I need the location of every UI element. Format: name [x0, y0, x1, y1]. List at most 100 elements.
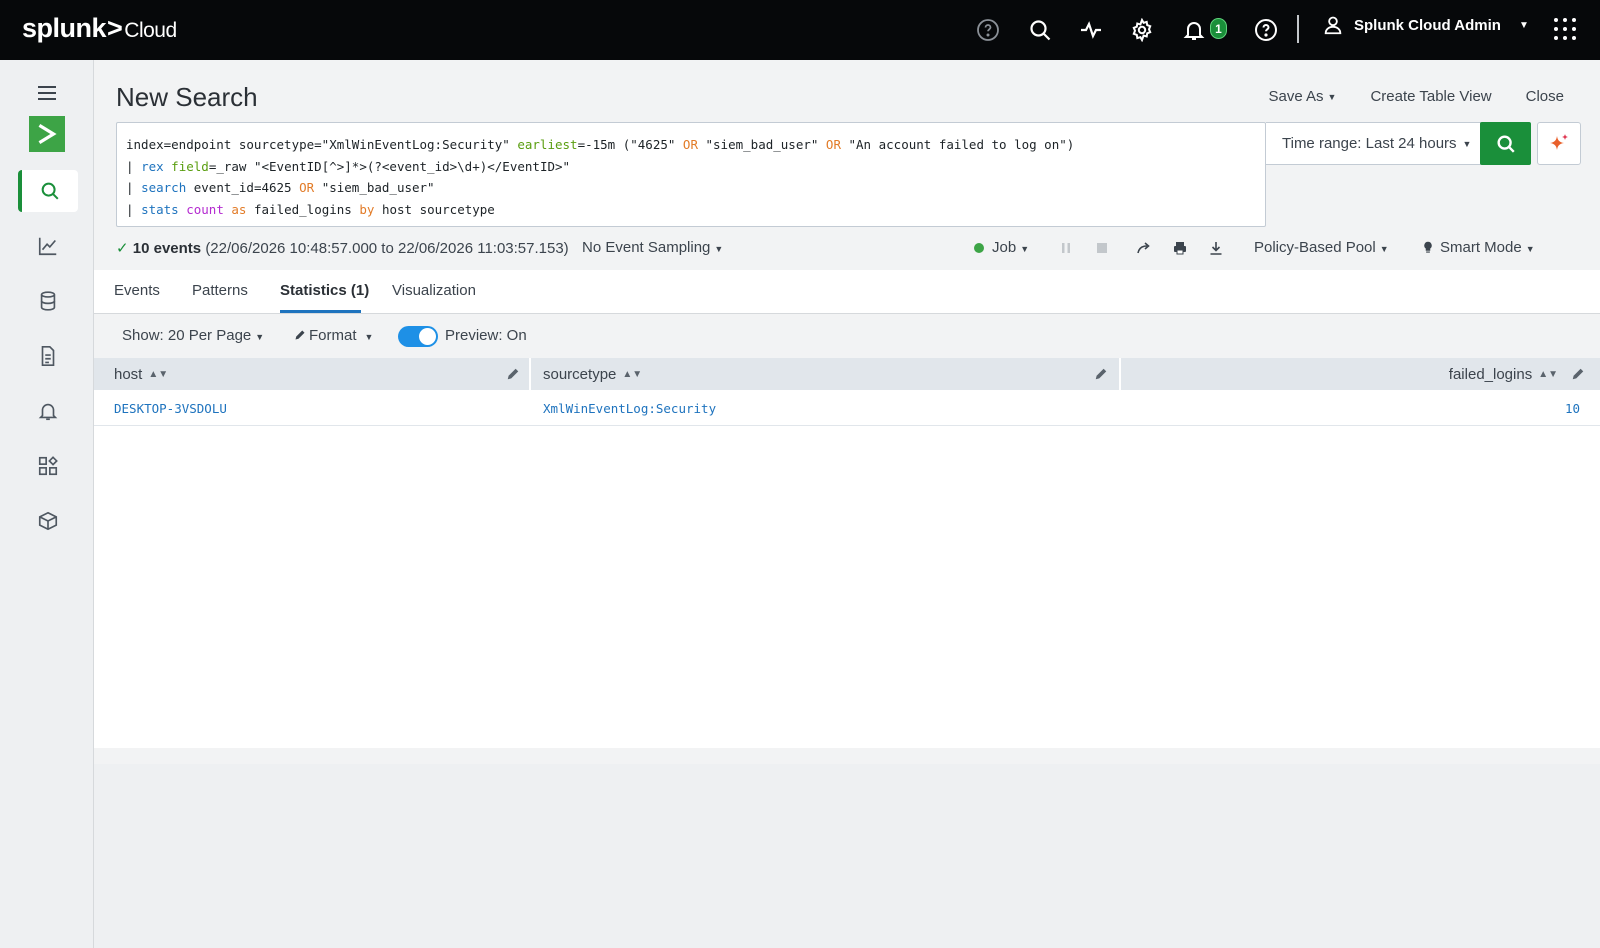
query-pipe: | [126, 201, 142, 217]
bell-icon[interactable] [1180, 16, 1208, 44]
menu-icon[interactable] [38, 86, 56, 100]
apps-grid-icon[interactable] [1554, 18, 1576, 40]
chevron-down-icon: ▼ [1525, 244, 1535, 254]
export-icon[interactable] [1208, 240, 1224, 260]
pencil-icon[interactable] [1094, 367, 1108, 381]
tab-statistics[interactable]: Statistics (1) [280, 282, 369, 299]
search-query-editor[interactable]: index=endpoint sourcetype="XmlWinEventLo… [116, 122, 1266, 227]
per-page-dropdown[interactable]: Show: 20 Per Page ▼ [122, 327, 264, 344]
preview-label: Preview: On [445, 327, 527, 344]
event-count: 10 events [132, 240, 202, 257]
question-icon[interactable] [1252, 16, 1280, 44]
search-icon [41, 182, 59, 200]
close-button[interactable]: Close [1526, 88, 1564, 105]
pool-dropdown[interactable]: Policy-Based Pool ▼ [1254, 239, 1389, 256]
query-keyword: earliest [517, 137, 578, 152]
search-icon[interactable] [1026, 16, 1054, 44]
event-count-status: ✓ 10 events (22/06/2026 10:48:57.000 to … [116, 239, 569, 257]
sidebar-item-search[interactable] [18, 170, 78, 212]
print-icon[interactable] [1172, 240, 1188, 260]
stop-icon[interactable] [1094, 240, 1110, 260]
success-check-icon: ✓ [116, 240, 129, 257]
app-icon[interactable] [29, 116, 65, 152]
column-header-sourcetype[interactable]: sourcetype ▲▼ [531, 358, 1121, 390]
column-label: failed_logins [1448, 365, 1533, 383]
chart-icon [38, 237, 57, 256]
query-command: stats [141, 201, 179, 217]
pool-label: Policy-Based Pool [1254, 239, 1376, 256]
sidebar-item-alerts[interactable] [18, 390, 78, 432]
query-text: =_raw "<EventID[^>]*>(?<event_id>\d+)</E… [208, 158, 571, 174]
query-operator: as [231, 201, 247, 217]
table-empty-area [94, 426, 1600, 748]
pencil-icon[interactable] [1571, 367, 1585, 381]
create-table-view-button[interactable]: Create Table View [1370, 88, 1491, 105]
table-header: host ▲▼ sourcetype ▲▼ failed_logins ▲▼ [94, 358, 1600, 390]
preview-toggle[interactable] [398, 326, 438, 347]
sidebar-item-apps[interactable] [18, 500, 78, 542]
lightbulb-icon [1424, 241, 1432, 253]
logo-product: Cloud [124, 19, 177, 42]
event-sampling-dropdown[interactable]: No Event Sampling ▼ [582, 239, 723, 256]
sampling-label: No Event Sampling [582, 239, 711, 256]
statistics-table: host ▲▼ sourcetype ▲▼ failed_logins ▲▼ DESK… [94, 358, 1600, 748]
query-command: rex [141, 158, 164, 174]
query-text: "siem_bad_user" [697, 137, 826, 152]
query-pipe: | [126, 158, 142, 174]
active-tab-indicator [280, 310, 361, 313]
format-dropdown[interactable]: Format ▼ [294, 327, 373, 344]
main-content: New Search Save As ▼ Create Table View Cl… [94, 60, 1600, 764]
chevron-down-icon: ▼ [1462, 138, 1472, 149]
search-mode-dropdown[interactable]: Smart Mode ▼ [1422, 239, 1535, 256]
run-search-button[interactable] [1480, 122, 1531, 165]
tab-visualization[interactable]: Visualization [392, 282, 476, 299]
cell-host[interactable]: DESKTOP-3VSDOLU [114, 401, 227, 416]
job-menu[interactable]: Job ▼ [974, 239, 1029, 256]
column-header-failed-logins[interactable]: failed_logins ▲▼ [1121, 358, 1600, 390]
sidebar-item-datasets[interactable] [18, 280, 78, 322]
user-menu[interactable]: Splunk Cloud Admin ▼ [1322, 14, 1529, 36]
time-range-label: Time range: Last 24 hours [1282, 135, 1457, 152]
sidebar-item-reports[interactable] [18, 335, 78, 377]
cell-failed-logins[interactable]: 10 [1565, 401, 1580, 416]
query-operator: OR [299, 180, 315, 195]
tab-patterns[interactable]: Patterns [192, 282, 248, 299]
query-text: =-15m ("4625" [577, 137, 683, 152]
gear-icon[interactable] [1128, 16, 1156, 44]
document-icon [41, 346, 55, 366]
pause-icon[interactable] [1058, 240, 1074, 260]
help-circle-icon[interactable] [974, 16, 1002, 44]
share-icon[interactable] [1136, 240, 1152, 260]
ai-assistant-button[interactable] [1537, 122, 1581, 165]
pencil-icon [295, 330, 305, 340]
sidebar-item-dashboards[interactable] [18, 445, 78, 487]
job-status-icon [974, 243, 984, 254]
logo-brand: splunk [22, 13, 107, 43]
query-text: "siem_bad_user" [314, 180, 435, 195]
chevron-down-icon: ▼ [1327, 92, 1337, 103]
activity-icon[interactable] [1077, 16, 1105, 44]
time-range-picker[interactable]: Time range: Last 24 hours ▼ [1266, 122, 1481, 165]
chevron-down-icon: ▼ [1518, 19, 1529, 31]
bell-icon [38, 403, 58, 421]
mode-label: Smart Mode [1440, 239, 1522, 256]
title-actions: Save As ▼ Create Table View Close [1268, 88, 1564, 105]
column-header-host[interactable]: host ▲▼ [94, 358, 531, 390]
column-label: host [114, 365, 143, 383]
query-keyword: field [171, 158, 209, 174]
query-pipe: | [126, 180, 142, 195]
sidebar-item-analytics[interactable] [18, 225, 78, 267]
chevron-down-icon: ▼ [364, 332, 374, 342]
cell-sourcetype[interactable]: XmlWinEventLog:Security [543, 401, 716, 416]
pencil-icon[interactable] [506, 367, 520, 381]
query-operator: OR [682, 137, 698, 152]
tab-events[interactable]: Events [114, 282, 160, 299]
query-operator: OR [825, 137, 841, 152]
save-as-button[interactable]: Save As ▼ [1268, 88, 1336, 105]
query-text: index=endpoint sourcetype="XmlWinEventLo… [126, 137, 518, 152]
table-row: DESKTOP-3VSDOLU XmlWinEventLog:Security … [94, 390, 1600, 426]
top-navigation-bar: splunk > Cloud 1 Splunk Cloud Admin ▼ [0, 0, 1600, 60]
time-span: (22/06/2026 10:48:57.000 to 22/06/2026 1… [205, 240, 569, 257]
sort-icon: ▲▼ [622, 368, 643, 380]
splunk-cloud-logo[interactable]: splunk > Cloud [22, 13, 177, 44]
